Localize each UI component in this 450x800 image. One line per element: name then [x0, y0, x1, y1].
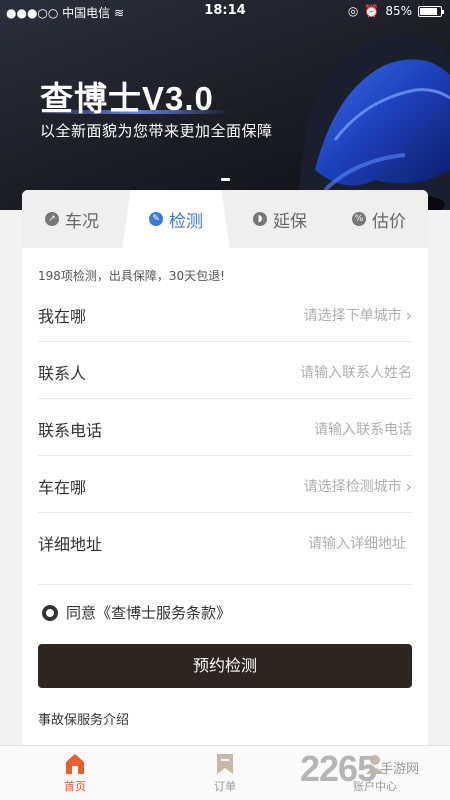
bookmark-icon	[217, 754, 233, 774]
terms-agreement[interactable]: 同意《查博士服务条款》	[42, 602, 231, 623]
status-right: ◎ ⏰ 85%	[347, 4, 444, 18]
battery-icon	[418, 5, 444, 17]
alarm-icon: ⏰	[364, 4, 380, 18]
nav-label: 首页	[64, 780, 86, 793]
nav-home[interactable]: 首页	[30, 752, 120, 794]
watermark-site-name: 手游网	[380, 761, 420, 777]
nav-orders[interactable]: 订单	[180, 752, 270, 794]
wrench-icon: ✎	[149, 212, 163, 226]
shield-icon: ◗	[253, 212, 267, 226]
field-placeholder: 请输入联系电话	[314, 422, 412, 438]
city-select[interactable]: 请选择下单城市 ›	[304, 305, 412, 325]
top-banner[interactable]: 查博士V3.0 以全新面貌为您带来更加全面保障	[0, 0, 450, 210]
car-city-select[interactable]: 请选择检测城市 ›	[304, 476, 412, 496]
chevron-right-icon: ›	[405, 476, 412, 496]
carousel-indicator[interactable]	[221, 178, 230, 181]
percent-icon: %	[352, 212, 366, 226]
nav-label: 订单	[214, 780, 236, 793]
terms-link[interactable]: 同意《查博士服务条款》	[66, 602, 231, 623]
watermark-site: 手游网	[380, 762, 419, 777]
tab-label: 延保	[273, 211, 307, 232]
phone-input[interactable]: 请输入联系电话	[314, 419, 412, 439]
tab-car-condition[interactable]: ↗ 车况	[22, 190, 122, 248]
field-detail-address[interactable]: 详细地址 请输入详细地址	[38, 513, 412, 585]
tab-inspection[interactable]: ✎ 检测	[122, 190, 230, 248]
site-watermark: 2265 手游网	[300, 748, 419, 790]
field-label: 我在哪	[38, 307, 87, 326]
chevron-right-icon: ›	[405, 305, 412, 325]
agree-radio[interactable]	[42, 604, 58, 621]
home-icon	[66, 754, 84, 774]
field-placeholder: 请输入详细地址	[308, 536, 406, 552]
accident-service-intro-link[interactable]: 事故保服务介绍	[38, 709, 129, 728]
service-tabs: ↗ 车况 ✎ 检测 ◗ 延保 % 估价	[22, 190, 428, 250]
promo-text: 198项检测，出具保障，30天包退!	[38, 269, 225, 283]
book-inspection-button[interactable]: 预约检测	[38, 644, 412, 688]
tab-extended-warranty[interactable]: ◗ 延保	[230, 190, 330, 248]
location-icon: ◎	[347, 4, 359, 18]
booking-card: ↗ 车况 ✎ 检测 ◗ 延保 % 估价 198项检测，出具保障，30天包退! 我…	[22, 190, 428, 750]
field-car-city[interactable]: 车在哪 请选择检测城市 ›	[38, 456, 412, 513]
status-bar: ●●●○○ 中国电信 ≋ 18:14 ◎ ⏰ 85%	[0, 0, 450, 22]
field-placeholder: 请输入联系人姓名	[300, 365, 412, 381]
tab-valuation[interactable]: % 估价	[330, 190, 428, 248]
banner-title: 查博士V3.0	[40, 80, 214, 117]
chart-icon: ↗	[45, 212, 59, 226]
banner-subtitle: 以全新面貌为您带来更加全面保障	[40, 122, 273, 140]
tab-label: 估价	[372, 211, 406, 232]
tab-label: 车况	[65, 211, 99, 232]
watermark-number: 2265	[300, 748, 377, 789]
contact-name-input[interactable]: 请输入联系人姓名	[300, 362, 412, 382]
field-placeholder: 请选择下单城市	[303, 308, 402, 324]
tab-label: 检测	[169, 211, 203, 232]
address-input[interactable]: 请输入详细地址	[308, 533, 406, 553]
field-contact-phone[interactable]: 联系电话 请输入联系电话	[38, 399, 412, 456]
field-label: 联系人	[38, 364, 87, 383]
field-label: 联系电话	[38, 421, 103, 440]
field-my-city[interactable]: 我在哪 请选择下单城市 ›	[38, 285, 412, 342]
field-label: 详细地址	[38, 535, 103, 554]
field-contact-name[interactable]: 联系人 请输入联系人姓名	[38, 342, 412, 399]
battery-percent: 85%	[385, 4, 412, 18]
field-placeholder: 请选择检测城市	[303, 479, 402, 495]
car-cover-image	[295, 36, 450, 210]
field-label: 车在哪	[38, 478, 87, 497]
